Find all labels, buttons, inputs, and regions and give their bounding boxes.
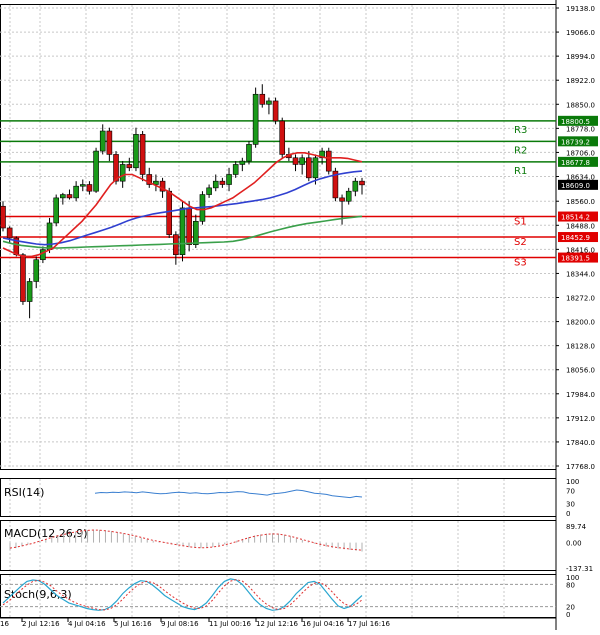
y-tick-label: 17768.0 [566,463,595,471]
macd-tick-label: 89.74 [566,523,587,531]
candle-body [226,174,232,185]
candle-body [53,197,59,224]
macd-tick-label: -137.31 [566,565,593,573]
level-tag-text: 18452.9 [561,234,590,242]
y-tick-label: 17840.0 [566,439,595,447]
x-tick-label: 9 Jul 08:16 [161,620,199,628]
candle-body [252,93,259,145]
candle-body [359,180,365,186]
candle-body [133,134,139,169]
y-tick-label: 18272.0 [566,295,595,303]
candle-body [186,207,192,245]
x-tick-label: 2 Jul 12:16 [22,620,60,628]
x-tick-label: 16 [0,620,9,628]
stoch-tick-label: 80 [566,581,575,589]
chart-canvas: 19138.0 19066.0 18994.0 18922.0 18850.0 18778… [0,0,600,635]
y-tick-label: 18922.0 [566,77,595,85]
level-tag-text: 18677.8 [561,159,590,167]
candle-body [79,184,86,187]
candle-body [259,93,266,105]
x-tick-label: 5 Jul 16:16 [114,620,152,628]
candle-body [33,259,40,282]
candle-body [86,184,93,192]
candle-body [166,190,173,235]
candle-body [345,190,352,202]
background [0,0,600,635]
y-tick-label: 18056.0 [566,367,595,375]
y-tick-label: 18344.0 [566,270,595,278]
candle-body [126,164,133,169]
level-label-s1: S1 [514,217,527,228]
candle-body [139,134,146,175]
candle-body [0,205,6,229]
candle-body [339,197,345,202]
rsi-title: RSI(14) [4,486,44,499]
y-tick-label: 18560.0 [566,198,595,206]
x-tick-label: 4 Jul 04:16 [68,620,106,628]
y-tick-label: 18994.0 [566,53,595,61]
level-tag-text: 18514.2 [561,214,590,222]
y-tick-label: 17984.0 [566,391,595,399]
candle-body [299,157,305,165]
macd-tick-label: 0.00 [566,540,582,548]
candle-body [246,144,252,162]
candle-body [93,150,99,192]
y-tick-label: 18778.0 [566,125,595,133]
current-price-text: 18609.0 [561,182,590,190]
candle-body [232,164,239,175]
candle-body [306,157,312,179]
rsi-tick-label: 0 [566,510,570,518]
level-label-r2: R2 [514,145,527,156]
candle-body [266,100,272,105]
rsi-tick-label: 100 [566,478,579,486]
candle-body [212,180,219,189]
level-tag-text: 18800.5 [561,118,590,126]
candle-body [6,227,13,239]
candle-body [99,130,106,152]
candle-body [352,180,359,192]
candle-body [206,187,212,195]
candle-body [119,164,126,182]
macd-title: MACD(12,26,9) [4,527,88,540]
candle-body [219,180,226,185]
x-tick-label: 12 Jul 12:16 [256,620,299,628]
candle-body [26,281,33,302]
candle-body [292,157,299,165]
candle-body [73,185,79,199]
candle-body [106,130,113,155]
y-tick-label: 17912.0 [566,415,595,423]
candle-body [312,157,319,179]
candle-body [46,222,53,251]
level-label-r3: R3 [514,125,527,136]
candle-body [60,194,66,199]
candle-body [272,100,279,122]
x-tick-label: 17 Jul 16:16 [348,620,391,628]
level-label-r1: R1 [514,166,527,177]
y-tick-label: 19066.0 [566,29,595,37]
x-tick-label: 11 Jul 00:16 [209,620,252,628]
y-tick-label: 18128.0 [566,343,595,351]
candle-body [20,254,26,302]
y-tick-label: 18488.0 [566,222,595,230]
level-label-s2: S2 [514,237,527,248]
rsi-tick-label: 30 [566,500,575,508]
stoch-tick-label: 0 [566,611,570,619]
candle-body [66,194,73,199]
candle-body [279,120,286,155]
level-label-s3: S3 [514,258,527,269]
level-tag-text: 18739.2 [561,138,590,146]
candle-body [239,160,246,165]
candle-body [325,150,332,172]
y-tick-label: 18850.0 [566,101,595,109]
candle-body [179,207,186,256]
y-tick-label: 18200.0 [566,319,595,327]
y-tick-label: 19138.0 [566,5,595,13]
candle-body [192,220,199,245]
x-tick-label: 16 Jul 04:16 [302,620,345,628]
rsi-tick-label: 70 [566,488,575,496]
candle-body [173,234,179,256]
level-tag-text: 18391.5 [561,255,590,263]
y-tick-label: 18706.0 [566,149,595,157]
